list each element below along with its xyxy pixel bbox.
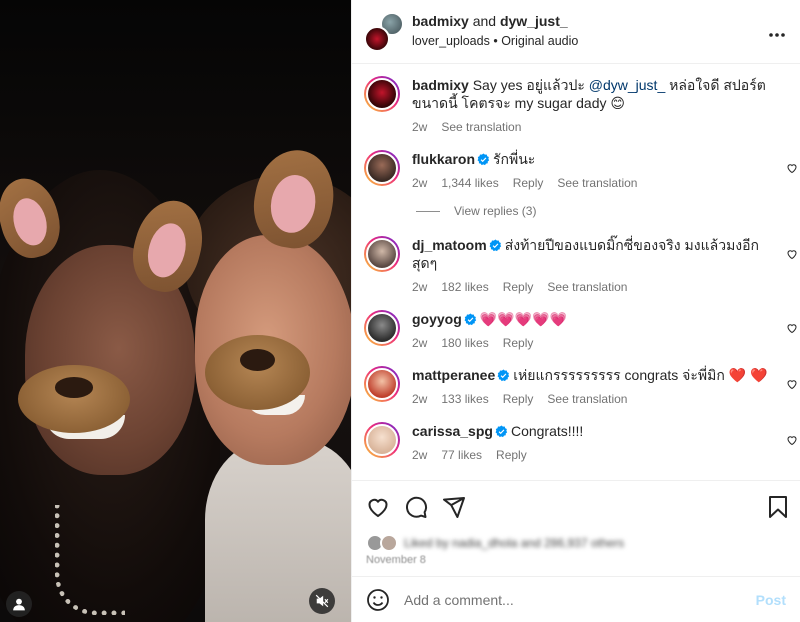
comment-username[interactable]: dj_matoom [412,237,487,253]
avatar[interactable] [364,76,400,112]
avatar [364,25,390,52]
avatar[interactable] [364,150,400,186]
video-figure [55,505,125,615]
view-replies-label: View replies (3) [454,204,537,218]
user-icon [13,598,25,611]
divider [416,210,440,212]
post-video[interactable] [0,0,351,622]
author-username[interactable]: badmixy [412,13,469,29]
more-horizontal-icon [769,32,785,37]
avatar [380,534,398,552]
like-comment-heart-icon[interactable] [786,248,798,260]
avatar[interactable] [364,310,400,346]
likes-summary[interactable]: Liked by nadia_dhola and 286,937 others [352,532,800,554]
add-comment-bar: Post [352,576,800,622]
post-date-text: November 8 [366,554,426,566]
mention-link[interactable]: @dyw_just_ [589,77,665,93]
comment-item: dj_matoom ส่งท้ายปีของแบดมิ๊กซี่ของจริง ม… [352,234,800,294]
tagged-user-button[interactable] [6,591,32,617]
reply-button[interactable]: Reply [503,336,534,350]
caption-text: Say yes อยู่แล้วปะ [472,77,585,93]
comment-item: carissa_spg Congrats!!!! 2w 77 likes Repl… [352,420,800,462]
collab-username[interactable]: dyw_just_ [500,13,568,29]
likes-count[interactable]: 182 likes [441,280,488,294]
timestamp[interactable]: 2w [412,336,427,350]
comment-text: เห่ยแกรรรรรรรรร congrats จ่ะพี่มิก ❤️ ❤️ [513,367,768,383]
timestamp[interactable]: 2w [412,176,427,190]
avatar[interactable] [364,366,400,402]
like-comment-heart-icon[interactable] [786,434,798,446]
action-bar [352,480,800,532]
see-translation-button[interactable]: See translation [547,392,627,406]
post-header: badmixy and dyw_just_ lover_uploads • Or… [352,0,800,64]
post-button[interactable]: Post [756,592,786,608]
avatar[interactable] [364,236,400,272]
audio-link[interactable]: Original audio [501,34,578,48]
send-icon[interactable] [442,495,466,519]
verified-badge-icon [477,153,490,166]
view-replies-button[interactable]: View replies (3) [352,190,800,234]
comment-item: mattperanee เห่ยแกรรรรรรรรร congrats จ่ะพ… [352,364,800,406]
see-translation-button[interactable]: See translation [557,176,637,190]
likes-count[interactable]: 1,344 likes [441,176,498,190]
post-panel: badmixy and dyw_just_ lover_uploads • Or… [351,0,800,622]
comment-text: รักพี่นะ [493,151,536,167]
bookmark-icon[interactable] [766,495,790,519]
verified-badge-icon [495,425,508,438]
comment-username[interactable]: goyyog [412,311,462,327]
like-comment-heart-icon[interactable] [786,378,798,390]
comment-item: goyyog 💗💗💗💗💗 2w 180 likes Reply [352,308,800,350]
timestamp[interactable]: 2w [412,448,427,462]
verified-badge-icon [497,369,510,382]
uploader-link[interactable]: lover_uploads [412,34,490,48]
separator: • [493,33,498,48]
verified-badge-icon [464,313,476,326]
and-text: and [472,13,497,30]
timestamp[interactable]: 2w [412,280,427,294]
avatar[interactable] [364,422,400,458]
comment-item: flukkaron รักพี่นะ 2w 1,344 likes Reply S… [352,148,800,190]
emoji-icon[interactable] [366,588,390,612]
timestamp[interactable]: 2w [412,392,427,406]
more-options-button[interactable] [768,22,786,42]
like-comment-heart-icon[interactable] [786,322,798,334]
dog-nose-filter [205,335,310,410]
likes-count[interactable]: 133 likes [441,392,488,406]
likes-count[interactable]: 77 likes [441,448,482,462]
post-modal: badmixy and dyw_just_ lover_uploads • Or… [0,0,800,622]
see-translation-button[interactable]: See translation [441,120,521,134]
dog-nose-filter [18,365,130,433]
comment-username[interactable]: carissa_spg [412,423,493,439]
comment-icon[interactable] [404,495,428,519]
comment-username[interactable]: flukkaron [412,151,475,167]
likes-count[interactable]: 180 likes [441,336,488,350]
muted-speaker-icon [315,594,329,608]
verified-badge-icon [489,239,501,252]
comment-text: 💗💗💗💗💗 [479,311,567,327]
likes-text: Liked by nadia_dhola and 286,937 others [404,536,625,550]
comments-list[interactable]: badmixy Say yes อยู่แล้วปะ @dyw_just_ หล… [352,64,800,480]
like-comment-heart-icon[interactable] [786,162,798,174]
comment-text: Congrats!!!! [510,423,584,439]
reply-button[interactable]: Reply [496,448,527,462]
reply-button[interactable]: Reply [513,176,544,190]
comment-username[interactable]: mattperanee [412,367,495,383]
comment-input[interactable] [404,591,756,608]
post-date[interactable]: November 8 [352,554,800,576]
caption: badmixy Say yes อยู่แล้วปะ @dyw_just_ หล… [352,74,800,134]
comment-username[interactable]: badmixy [412,77,469,93]
heart-icon[interactable] [366,495,390,519]
reply-button[interactable]: Reply [503,280,534,294]
timestamp[interactable]: 2w [412,120,427,134]
see-translation-button[interactable]: See translation [547,280,627,294]
collab-avatars[interactable] [364,11,404,52]
mute-button[interactable] [309,588,335,614]
reply-button[interactable]: Reply [503,392,534,406]
